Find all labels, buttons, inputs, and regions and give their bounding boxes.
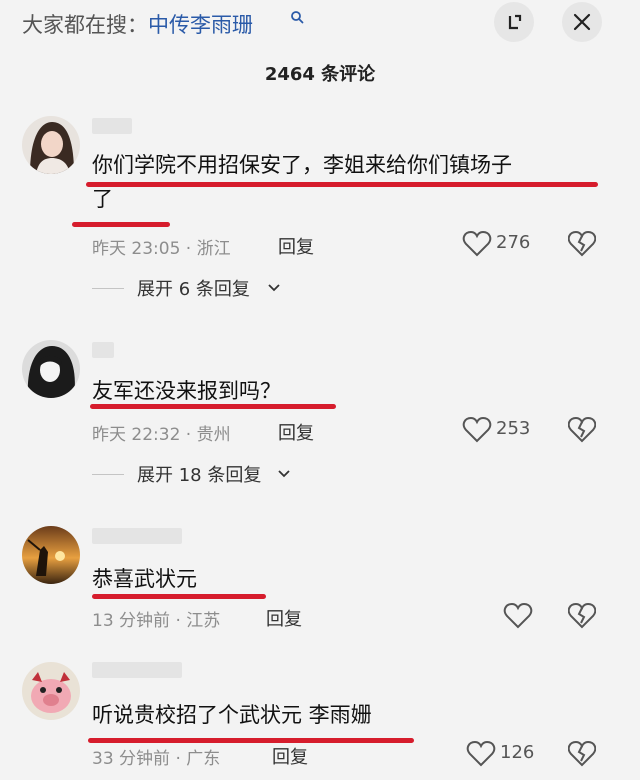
reply-button[interactable]: 回复 [278,419,314,445]
comment-text: 恭喜武状元 [92,562,197,596]
comment-meta: 13 分钟前 · 江苏 [92,611,221,631]
expand-icon [508,14,522,30]
reply-button[interactable]: 回复 [266,605,302,631]
heart-icon [503,602,533,629]
divider [92,288,124,289]
comment-item: 恭喜武状元 13 分钟前 · 江苏 回复 [0,524,640,644]
comment-text-line: 了 [92,187,113,211]
username-blurred[interactable] [92,342,114,358]
comment-item: 你们学院不用招保安了，李姐来给你们镇场子 了 昨天 23:05 · 浙江 回复 … [0,110,640,310]
close-icon [573,13,591,31]
expand-replies-button[interactable]: 展开 18 条回复 [92,460,312,488]
highlight-underline [88,738,414,743]
avatar[interactable] [22,526,80,584]
comment-count: 2464 条评论 [264,64,376,85]
like-count: 276 [496,232,531,253]
username-blurred[interactable] [92,662,182,678]
comment-meta: 昨天 22:32 · 贵州 [92,425,231,445]
avatar[interactable] [22,340,80,398]
comment-text-line: 友军还没来报到吗？ [92,379,281,403]
highlight-underline [90,404,336,409]
expand-button[interactable] [494,2,534,42]
avatar[interactable] [22,662,80,720]
highlight-underline [92,594,266,599]
comment-text-line: 恭喜武状元 [92,567,197,591]
search-prefix-label: 大家都在搜： [22,13,148,37]
highlight-underline [86,182,598,187]
comment-meta: 昨天 23:05 · 浙江 [92,239,231,259]
heart-icon [462,230,492,257]
comment-item: 友军还没来报到吗？ 昨天 22:32 · 贵州 回复 253 展开 18 条回复 [0,336,640,506]
heart-icon [466,740,496,767]
chevron-down-icon [278,470,290,478]
broken-heart-icon[interactable] [568,602,596,630]
avatar[interactable] [22,116,80,174]
highlight-underline [72,222,170,227]
search-query-text: 中传李雨珊 [148,13,253,37]
like-count: 253 [496,418,531,439]
trending-search-link[interactable]: 大家都在搜：中传李雨珊 [22,9,253,39]
comment-text-line: 听说贵校招了个武状元 李雨姗 [92,703,372,727]
comment-item: 听说贵校招了个武状元 李雨姗 33 分钟前 · 广东 回复 126 [0,660,640,780]
chevron-down-icon [268,284,280,292]
comment-text: 友军还没来报到吗？ [92,374,281,408]
expand-replies-button[interactable]: 展开 6 条回复 [92,274,312,302]
close-button[interactable] [562,2,602,42]
username-blurred[interactable] [92,528,182,544]
reply-button[interactable]: 回复 [272,743,308,769]
broken-heart-icon[interactable] [568,230,596,258]
expand-replies-label: 展开 6 条回复 [137,279,250,300]
search-icon[interactable] [290,10,304,24]
username-blurred[interactable] [92,118,132,134]
broken-heart-icon[interactable] [568,740,596,768]
like-count: 126 [500,742,535,763]
reply-button[interactable]: 回复 [278,233,314,259]
expand-replies-label: 展开 18 条回复 [137,465,262,486]
divider [92,474,124,475]
comment-text: 听说贵校招了个武状元 李雨姗 [92,698,372,732]
comment-text-line: 你们学院不用招保安了，李姐来给你们镇场子 [92,153,512,177]
broken-heart-icon[interactable] [568,416,596,444]
heart-icon [462,416,492,443]
search-header: 大家都在搜：中传李雨珊 [0,0,640,50]
comment-meta: 33 分钟前 · 广东 [92,749,221,769]
